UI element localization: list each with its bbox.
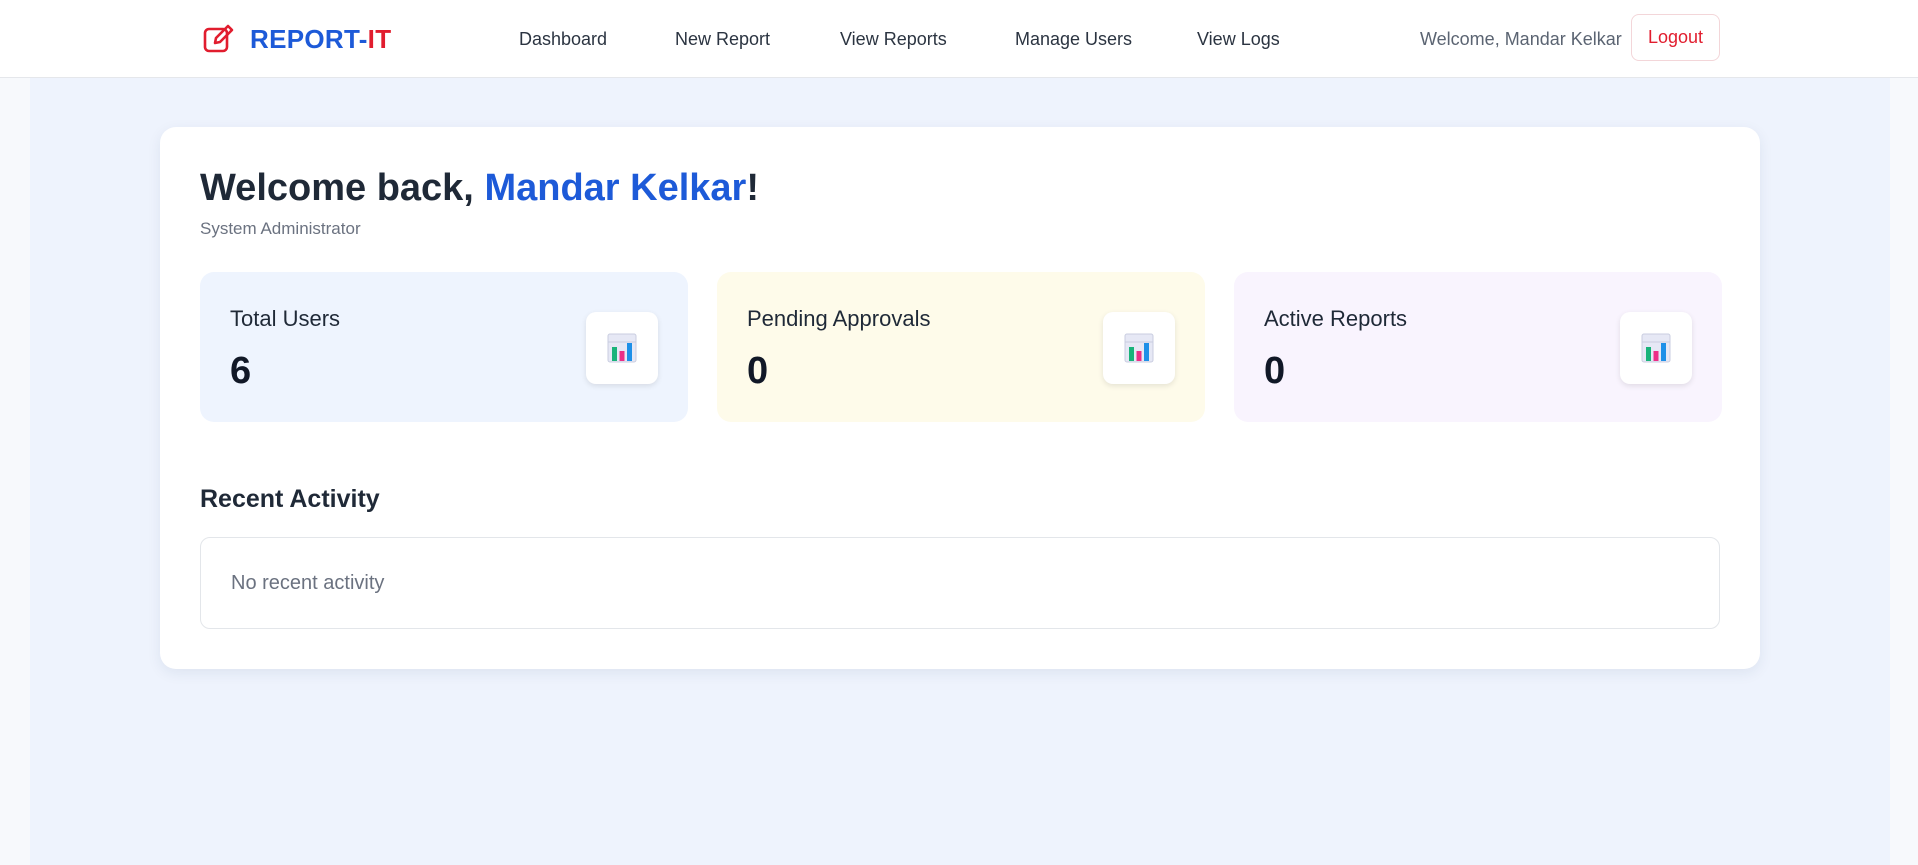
stat-label: Total Users: [230, 306, 341, 331]
bar-chart-icon: [1103, 312, 1175, 384]
dashboard-card: Welcome back, Mandar Kelkar! System Admi…: [160, 127, 1760, 669]
page-title: Welcome back, Mandar Kelkar!: [200, 167, 759, 209]
stat-label: Pending Approvals: [747, 306, 931, 331]
user-role: System Administrator: [200, 219, 361, 238]
user-name: Mandar Kelkar: [484, 167, 747, 209]
brand-logo[interactable]: REPORT-IT: [202, 20, 391, 58]
brand-name: REPORT-IT: [250, 23, 392, 54]
stat-card-total-users: Total Users 6: [200, 272, 688, 422]
logout-button[interactable]: Logout: [1631, 14, 1720, 61]
top-navbar: REPORT-IT Dashboard New Report View Repo…: [0, 0, 1918, 78]
nav-view-reports[interactable]: View Reports: [840, 22, 947, 56]
empty-state-text: No recent activity: [231, 572, 385, 594]
stat-label: Active Reports: [1264, 306, 1408, 331]
bar-chart-icon: [1620, 312, 1692, 384]
stat-card-active-reports: Active Reports 0: [1234, 272, 1722, 422]
nav-manage-users[interactable]: Manage Users: [1015, 22, 1132, 56]
recent-activity-title: Recent Activity: [200, 485, 380, 513]
stat-card-pending-approvals: Pending Approvals 0: [717, 272, 1205, 422]
nav-new-report[interactable]: New Report: [675, 22, 770, 56]
nav-view-logs[interactable]: View Logs: [1197, 22, 1280, 56]
nav-dashboard[interactable]: Dashboard: [519, 22, 607, 56]
recent-activity-list: No recent activity: [200, 537, 1720, 629]
user-welcome-text: Welcome, Mandar Kelkar: [1420, 29, 1622, 49]
stat-value: 0: [747, 350, 769, 392]
bar-chart-icon: [586, 312, 658, 384]
stat-value: 0: [1264, 350, 1286, 392]
edit-note-icon: [203, 24, 234, 53]
stat-value: 6: [230, 350, 252, 392]
